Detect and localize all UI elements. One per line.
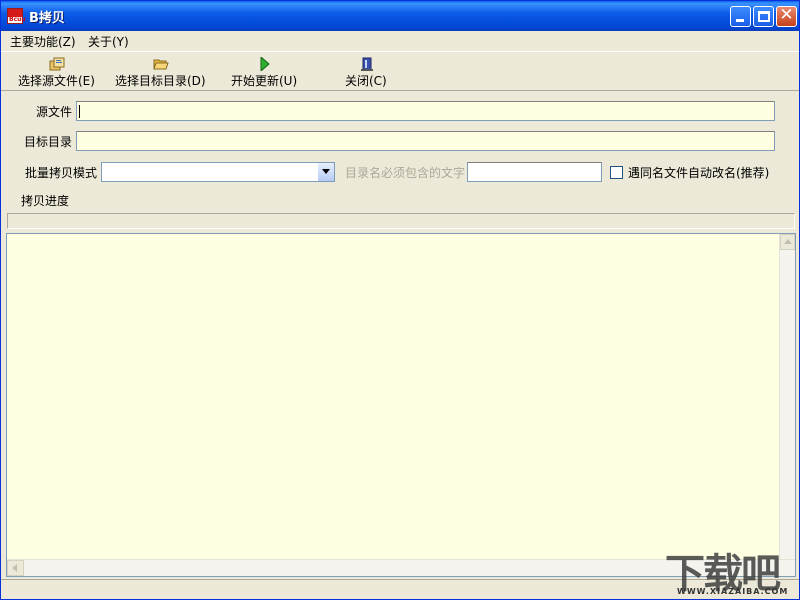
target-dir-field[interactable] <box>76 131 775 151</box>
select-target-button[interactable]: 选择目标目录(D) <box>111 55 211 89</box>
close-icon: ✕ <box>779 5 794 25</box>
window-title: B拷贝 <box>29 11 65 26</box>
play-arrow-icon <box>260 57 270 71</box>
dir-filter-label: 目录名必须包含的文字 <box>344 166 465 180</box>
scroll-up-button[interactable] <box>780 234 795 250</box>
copy-files-icon <box>49 57 65 71</box>
close-button[interactable]: 关闭(C) <box>341 55 393 89</box>
source-file-field[interactable] <box>76 101 775 121</box>
watermark-logo: 下载吧 WWW.XIAZAIBA.COM <box>661 541 800 600</box>
select-source-button[interactable]: 选择源文件(E) <box>15 55 99 89</box>
menu-bar: 主要功能(Z) 关于(Y) <box>1 31 799 51</box>
chevron-up-icon <box>784 239 792 244</box>
minimize-icon <box>736 19 744 22</box>
batch-mode-select[interactable] <box>101 162 335 182</box>
target-dir-label: 目标目录 <box>23 135 72 149</box>
progress-label: 拷贝进度 <box>21 194 70 208</box>
chevron-left-icon <box>12 564 17 572</box>
scroll-left-button[interactable] <box>7 560 24 576</box>
source-file-label: 源文件 <box>35 105 72 119</box>
app-icon-text: Bcuu <box>9 16 26 23</box>
app-window: Bcuu B拷贝 ✕ 主要功能(Z) 关于(Y) 选择源文件(E) 选择目标目录 <box>0 0 800 600</box>
open-folder-icon <box>153 59 169 70</box>
exit-door-icon <box>361 57 373 71</box>
start-update-label: 开始更新(U) <box>231 74 298 88</box>
copy-progress-bar <box>7 213 795 229</box>
close-label: 关闭(C) <box>345 74 387 88</box>
auto-rename-checkbox[interactable] <box>610 166 623 179</box>
dir-filter-field[interactable] <box>467 162 602 182</box>
select-target-label: 选择目标目录(D) <box>115 74 206 88</box>
title-bar[interactable]: Bcuu B拷贝 ✕ <box>1 1 799 31</box>
batch-mode-label: 批量拷贝模式 <box>24 166 97 180</box>
maximize-button[interactable] <box>753 6 774 27</box>
log-text-area[interactable] <box>6 233 796 577</box>
toolbar: 选择源文件(E) 选择目标目录(D) 开始更新(U) 关闭(C) <box>1 51 799 91</box>
chevron-down-icon <box>322 169 330 174</box>
auto-rename-label[interactable]: 遇同名文件自动改名(推荐) <box>628 164 769 181</box>
vertical-scrollbar[interactable] <box>779 234 795 559</box>
app-icon[interactable]: Bcuu <box>7 8 26 24</box>
maximize-icon <box>758 11 770 22</box>
start-update-button[interactable]: 开始更新(U) <box>227 55 301 89</box>
minimize-button[interactable] <box>730 6 751 27</box>
dropdown-button[interactable] <box>317 163 334 181</box>
close-window-button[interactable]: ✕ <box>776 5 797 27</box>
watermark-url: WWW.XIAZAIBA.COM <box>677 587 789 596</box>
menu-main-functions[interactable]: 主要功能(Z) <box>10 33 76 50</box>
select-source-label: 选择源文件(E) <box>18 74 95 88</box>
menu-about[interactable]: 关于(Y) <box>88 33 129 50</box>
